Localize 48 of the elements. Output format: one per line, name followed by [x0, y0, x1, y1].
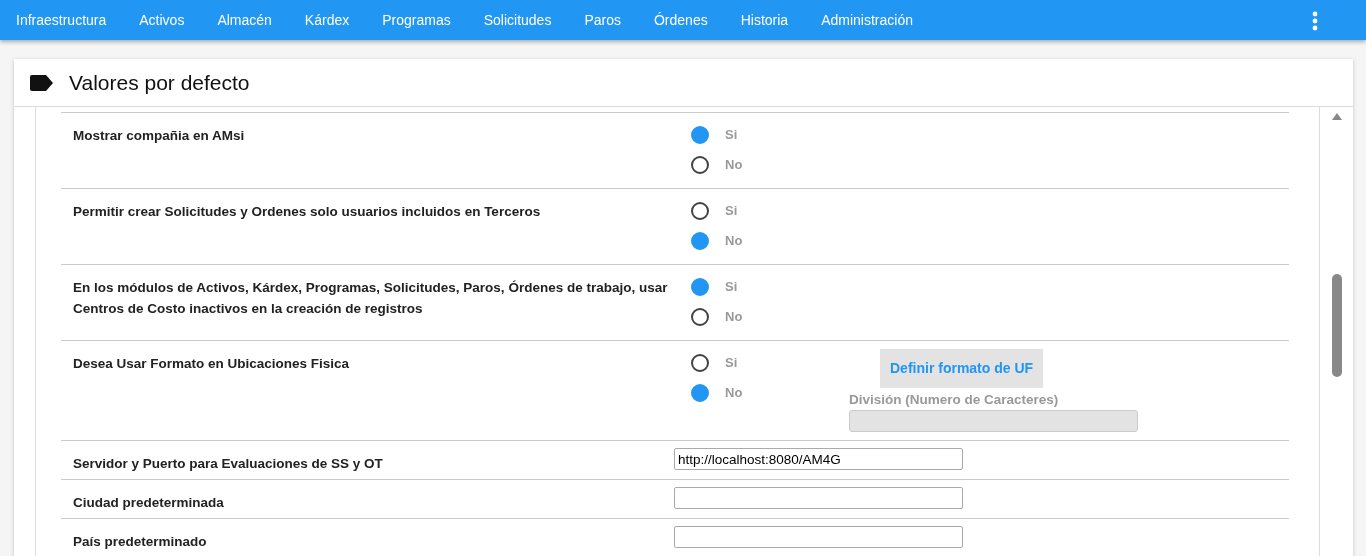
setting-label: Servidor y Puerto para Evaluaciones de SS y OT	[72, 455, 384, 474]
input-field[interactable]	[674, 526, 963, 549]
setting-label: Desea Usar Formato en Ubicaciones Fisica	[72, 355, 351, 373]
radio-button[interactable]	[691, 156, 709, 174]
nav-link[interactable]: Historia	[724, 9, 805, 31]
input-field[interactable]: http://localhost:8080/AM4G	[674, 448, 963, 471]
nav-link[interactable]: Kárdex	[288, 9, 366, 31]
radio-label: Si	[725, 202, 738, 221]
radio-button[interactable]	[691, 232, 709, 250]
nav-link[interactable]: Órdenes	[637, 9, 725, 31]
radio-option[interactable]: No	[691, 226, 743, 256]
radio-label: No	[725, 308, 743, 327]
nav-link[interactable]: Activos	[122, 9, 201, 31]
radio-option[interactable]: No	[691, 150, 743, 180]
nav-link[interactable]: Solicitudes	[467, 9, 568, 31]
panel-title: Valores por defecto	[69, 69, 250, 96]
radio-button[interactable]	[691, 126, 709, 144]
nav-link[interactable]: Infraestructura	[0, 9, 123, 31]
radio-label: Si	[725, 354, 738, 373]
setting-label: Ciudad predeterminada	[72, 494, 225, 513]
radio-button[interactable]	[691, 278, 709, 296]
field-label: División (Numero de Caracteres)	[849, 391, 1060, 409]
radio-option[interactable]: Si	[691, 272, 738, 302]
setting-label: País predeterminado	[72, 533, 208, 552]
radio-option[interactable]: No	[691, 378, 743, 408]
radio-button[interactable]	[691, 384, 709, 402]
radio-button[interactable]	[691, 308, 709, 326]
radio-option[interactable]: No	[691, 302, 743, 332]
radio-label: Si	[725, 278, 738, 297]
radio-label: No	[725, 384, 743, 403]
nav-link[interactable]: Administración	[804, 9, 930, 31]
radio-option[interactable]: Si	[691, 196, 738, 226]
radio-option[interactable]: Si	[691, 348, 738, 378]
radio-option[interactable]: Si	[691, 120, 738, 150]
setting-label: Permitir crear Solicitudes y Ordenes solo usuarios incluidos en Terceros	[72, 203, 542, 221]
setting-label: En los módulos de Activos, Kárdex, Programas, Solicitudes, Paros, Órdenes de trabajo, usar Centros de Costo inactivos en la creación de registros	[72, 279, 669, 318]
radio-label: No	[725, 156, 743, 175]
radio-label: Si	[725, 126, 738, 145]
nav-link[interactable]: Almacén	[200, 9, 289, 31]
radio-button[interactable]	[691, 354, 709, 372]
radio-label: No	[725, 232, 743, 251]
radio-button[interactable]	[691, 202, 709, 220]
nav-link[interactable]: Programas	[365, 9, 468, 31]
nav-link[interactable]: Paros	[567, 9, 638, 31]
tag-icon	[30, 74, 53, 91]
define-format-button[interactable]: Definir formato de UF	[880, 349, 1044, 388]
setting-label: Mostrar compañia en AMsi	[72, 127, 246, 145]
input-field[interactable]	[674, 487, 963, 510]
